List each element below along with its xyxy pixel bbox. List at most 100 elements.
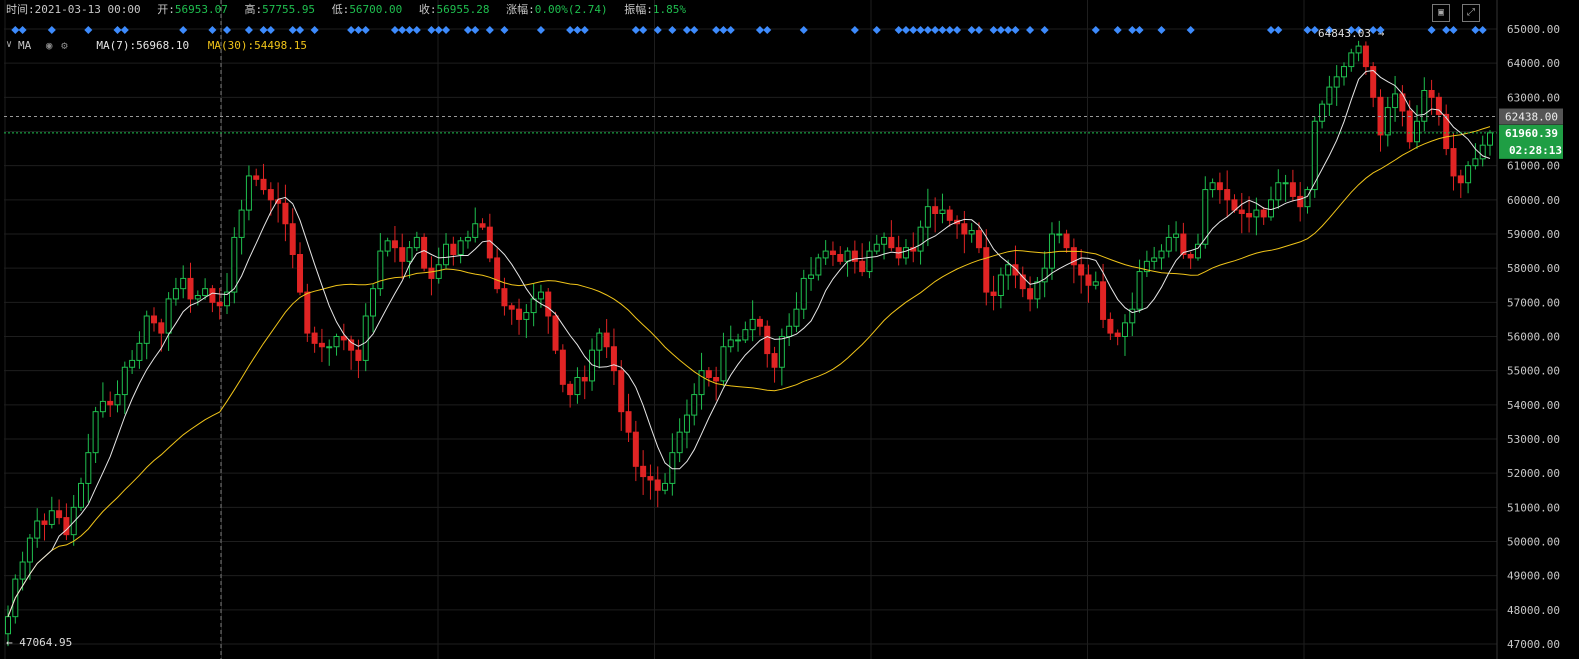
signal-marker (967, 26, 976, 34)
signal-marker (442, 26, 451, 34)
candle-body (70, 506, 77, 536)
candle-body (771, 353, 778, 368)
candle-body (1260, 209, 1267, 218)
candle-body (304, 291, 311, 334)
candle-body (19, 561, 26, 580)
candle-body (537, 291, 544, 300)
signal-marker (244, 26, 253, 34)
candle-body (822, 250, 829, 259)
price-chart[interactable]: 64843.03 → ← 47064.95 65000.00 64000.00 630… (0, 0, 1579, 659)
candle-body (647, 476, 654, 481)
candle-body (428, 267, 435, 279)
candle-body (450, 243, 457, 255)
candle-body (1450, 148, 1457, 177)
candle-body (574, 377, 581, 396)
candle-body (1107, 318, 1114, 334)
time-label: 时间: (6, 3, 35, 16)
signal-marker (18, 26, 27, 34)
candle-body (1187, 254, 1194, 259)
expand-icon[interactable]: ⤢ (1462, 4, 1480, 22)
candle-body (370, 288, 377, 317)
y-tick-label: 65000.00 (1507, 23, 1560, 36)
signal-marker (471, 26, 480, 34)
signal-marker (755, 26, 764, 34)
candle-body (457, 240, 464, 255)
gear-icon[interactable]: ⚙ (61, 38, 68, 54)
candle-body (406, 247, 413, 262)
signal-marker (631, 26, 640, 34)
signal-marker (1274, 26, 1283, 34)
candle-body (41, 520, 48, 525)
candle-body (311, 332, 318, 344)
candle-body (815, 257, 822, 276)
candle-body (1326, 86, 1333, 105)
signal-marker (11, 26, 20, 34)
candle-body (545, 291, 552, 317)
candle-body (800, 277, 807, 310)
chevron-down-icon[interactable]: ∨ (6, 39, 12, 50)
ohlc-header: 时间:2021-03-13 00:00 开:56953.07 高:57755.9… (6, 2, 696, 18)
candle-body (1158, 250, 1165, 259)
high-value: 57755.95 (262, 3, 316, 16)
signal-marker (668, 26, 677, 34)
candle-body (326, 346, 333, 349)
signal-marker (1266, 26, 1275, 34)
candle-body (421, 236, 428, 269)
candle-body (129, 359, 136, 368)
signal-marker (1478, 26, 1487, 34)
signal-marker (434, 26, 443, 34)
signal-marker (938, 26, 947, 34)
y-tick-label: 49000.00 (1507, 570, 1560, 583)
signal-marker (208, 26, 217, 34)
close-value: 56955.28 (436, 3, 490, 16)
candle-body (1282, 182, 1289, 185)
signal-marker (872, 26, 881, 34)
candle-body (1384, 107, 1391, 136)
candle-body (1267, 199, 1274, 218)
time-value: 2021-03-13 00:00 (34, 3, 141, 16)
candle-body (1413, 120, 1420, 143)
candle-body (924, 206, 931, 228)
candle-body (691, 394, 698, 416)
candle-body (859, 260, 866, 273)
candle-body (1392, 93, 1399, 109)
eye-icon[interactable]: ◉ (46, 38, 53, 54)
indicator-name[interactable]: MA (18, 39, 31, 52)
candle-body (494, 257, 501, 290)
candle-body (902, 247, 909, 259)
open-label: 开: (157, 3, 175, 16)
candle-body (559, 349, 566, 385)
candle-body (1253, 209, 1260, 218)
y-tick-label: 56000.00 (1507, 331, 1560, 344)
signal-marker (310, 26, 319, 34)
candle-body (479, 223, 486, 228)
candle-body (1012, 264, 1019, 276)
candle-body (413, 236, 420, 249)
candle-body (1173, 233, 1180, 238)
candle-body (530, 298, 537, 314)
candle-body (508, 305, 515, 310)
signal-marker (1449, 26, 1458, 34)
candle-body (866, 250, 873, 273)
candle-body (26, 537, 33, 563)
candle-body (333, 336, 340, 348)
candle-body (1428, 90, 1435, 98)
signal-marker (901, 26, 910, 34)
save-image-icon[interactable]: ▣ (1432, 4, 1450, 22)
candle-body (1165, 236, 1172, 252)
candle-body (56, 510, 63, 519)
signal-marker (1091, 26, 1100, 34)
signal-marker (799, 26, 808, 34)
signal-marker (463, 26, 472, 34)
signal-marker (719, 26, 728, 34)
indicator-row: MA ◉ ⚙ MA(7):56968.10 MA(30):54498.15 (18, 38, 307, 54)
candle-body (158, 322, 165, 334)
signal-marker (47, 26, 56, 34)
countdown-text: 02:28:13 (1509, 144, 1562, 157)
change-label: 涨幅: (506, 3, 535, 16)
signal-marker (412, 26, 421, 34)
candle-body (1209, 182, 1216, 191)
y-axis: 65000.0064000.0063000.0062000.0061000.00… (1499, 23, 1563, 651)
candle-body (676, 431, 683, 454)
signal-marker (1442, 26, 1451, 34)
